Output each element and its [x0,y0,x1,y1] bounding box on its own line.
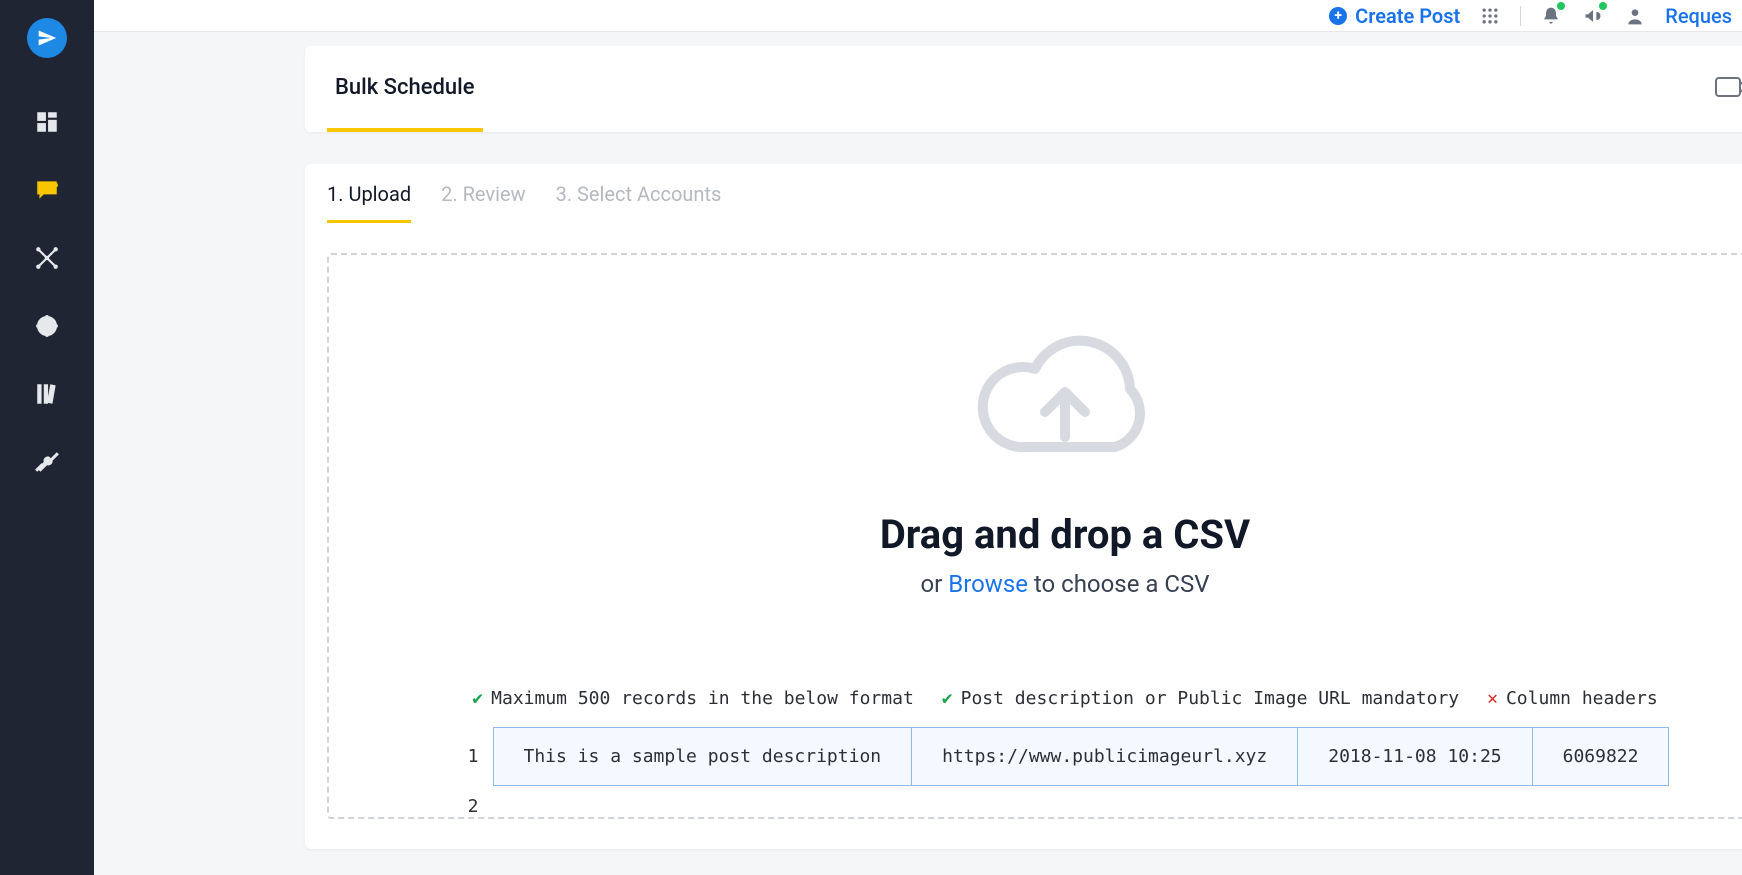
format-rules: ✔ Maximum 500 records in the below forma… [472,688,1657,709]
cloud-upload-icon [965,327,1165,481]
dropzone-title: Drag and drop a CSV [880,511,1250,558]
apps-grid-icon[interactable] [1478,4,1502,28]
topbar-divider [1520,6,1521,26]
step-select-accounts[interactable]: 3. Select Accounts [556,182,722,223]
row-number: 1 [461,746,479,767]
check-icon: ✔ [472,688,483,709]
connections-icon[interactable] [33,244,61,272]
dropzone-sub-prefix: or [920,570,948,598]
rule-column-headers: ✕ Column headers [1487,688,1658,709]
topbar: + Create Post Reques [94,0,1742,32]
sample-table: 1 This is a sample post description http… [461,727,1670,817]
rule-text: Column headers [1506,688,1658,709]
table-row: 2 [461,796,1670,817]
check-icon: ✔ [942,688,953,709]
steps-nav: 1. Upload 2. Review 3. Select Accounts [305,164,1742,223]
page-header-card: Bulk Schedule ? [305,46,1742,132]
cell-image-url: https://www.publicimageurl.xyz [912,728,1298,785]
create-post-button[interactable]: + Create Post [1329,4,1460,28]
notifications-icon[interactable] [1539,4,1563,28]
cross-icon: ✕ [1487,688,1498,709]
announcement-dot-icon [1599,2,1607,10]
content-area: Bulk Schedule ? 1. Upload 2. Review 3. S… [94,32,1742,875]
step-upload[interactable]: 1. Upload [327,182,411,223]
cell-description: This is a sample post description [494,728,913,785]
dropzone-subtitle: or Browse to choose a CSV [920,570,1209,598]
tab-bulk-schedule[interactable]: Bulk Schedule [327,46,483,132]
main-card: 1. Upload 2. Review 3. Select Accounts D… [305,164,1742,849]
row-number: 2 [461,796,479,817]
browse-link[interactable]: Browse [948,570,1028,598]
announcements-icon[interactable] [1581,4,1605,28]
dropzone-sub-suffix: to choose a CSV [1028,570,1210,598]
notification-dot-icon [1557,2,1565,10]
request-link[interactable]: Reques [1665,4,1732,28]
app-logo-icon[interactable] [27,18,67,58]
target-icon[interactable] [33,312,61,340]
posts-icon[interactable] [33,176,61,204]
plus-circle-icon: + [1329,7,1347,25]
tools-icon[interactable] [33,448,61,476]
rule-text: Post description or Public Image URL man… [961,688,1460,709]
rule-text: Maximum 500 records in the below format [491,688,914,709]
library-icon[interactable] [33,380,61,408]
rule-max-records: ✔ Maximum 500 records in the below forma… [472,688,913,709]
table-row: 1 This is a sample post description http… [461,727,1670,786]
cell-datetime: 2018-11-08 10:25 [1298,728,1532,785]
sidebar [0,0,94,875]
rule-mandatory-fields: ✔ Post description or Public Image URL m… [942,688,1459,709]
dashboard-icon[interactable] [33,108,61,136]
csv-dropzone[interactable]: Drag and drop a CSV or Browse to choose … [327,253,1742,819]
cell-id: 6069822 [1533,728,1669,785]
profile-icon[interactable] [1623,4,1647,28]
create-post-label: Create Post [1355,4,1460,28]
row-cells: This is a sample post description https:… [493,727,1670,786]
video-help-icon[interactable] [1715,75,1742,103]
step-review[interactable]: 2. Review [441,182,525,223]
